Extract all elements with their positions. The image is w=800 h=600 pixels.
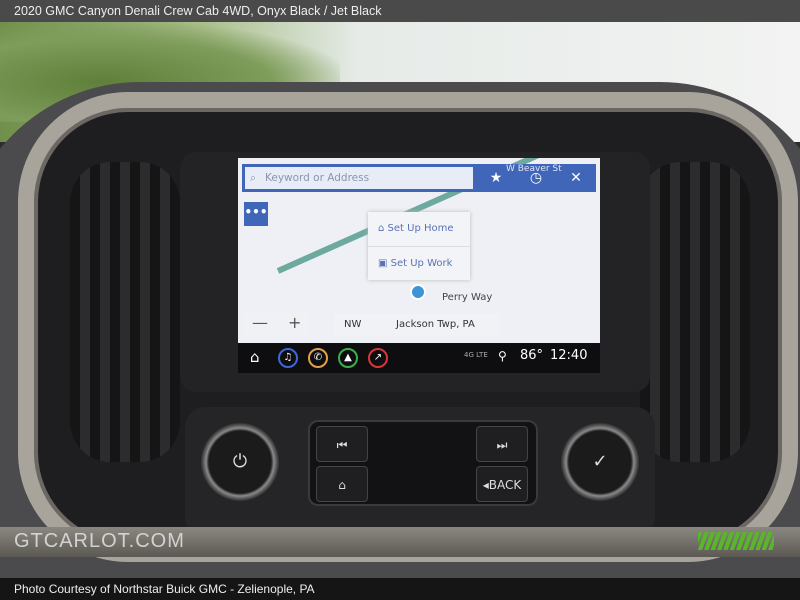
destination-popup: ⌂ Set Up Home ▣ Set Up Work (368, 212, 470, 280)
current-location-icon (410, 284, 426, 300)
tune-select-knob[interactable]: ✓ (560, 422, 640, 502)
search-icon: ⌕ (250, 172, 256, 184)
next-track-button[interactable]: ⏭ (476, 426, 528, 462)
photo-credit: Photo Courtesy of Northstar Buick GMC - … (0, 578, 800, 600)
home-icon[interactable]: ⌂ (250, 348, 260, 366)
briefcase-icon: ▣ (378, 258, 388, 269)
close-icon[interactable]: ✕ (558, 164, 594, 192)
set-up-home-label: Set Up Home (387, 223, 454, 234)
home-icon: ⌂ (378, 223, 385, 234)
previous-track-button[interactable]: ⏮ (316, 426, 368, 462)
set-up-home-button[interactable]: ⌂ Set Up Home (368, 212, 470, 246)
app-tray: ⌂ ♫ ✆ ▲ ↗ 4G LTE ⚲ 86° 12:40 (238, 343, 600, 373)
set-up-work-button[interactable]: ▣ Set Up Work (368, 246, 470, 280)
phone-icon[interactable]: ✆ (308, 348, 328, 368)
network-indicator: 4G LTE (464, 351, 488, 359)
search-input[interactable]: ⌕ Keyword or Address (245, 167, 473, 189)
map-street-label: W Beaver St (506, 164, 562, 174)
set-up-work-label: Set Up Work (390, 258, 453, 269)
location-bar: NW Jackson Twp, PA (334, 314, 500, 336)
zoom-controls: — + (242, 312, 310, 336)
navigation-icon[interactable]: ▲ (338, 348, 358, 368)
onstar-icon[interactable]: ↗ (368, 348, 388, 368)
back-button[interactable]: ◂BACK (476, 466, 528, 502)
location-pin-icon: ⚲ (498, 349, 507, 363)
home-button[interactable]: ⌂ (316, 466, 368, 502)
infotainment-screen: ⌕ Keyword or Address ★ ◷ ✕ W Beaver St •… (238, 158, 600, 373)
search-placeholder: Keyword or Address (265, 172, 370, 184)
watermark-stripes (698, 532, 774, 550)
right-air-vent (640, 162, 750, 462)
button-pad: ⏮ ⌂ ⏭ ◂BACK (308, 420, 538, 506)
power-volume-knob[interactable]: ⏻ (200, 422, 280, 502)
map-street-label: Perry Way (442, 292, 493, 303)
music-icon[interactable]: ♫ (278, 348, 298, 368)
temperature: 86° (520, 348, 544, 363)
heading-indicator[interactable]: NW (344, 314, 361, 336)
left-air-vent (70, 162, 180, 462)
zoom-out-button[interactable]: — (252, 313, 268, 332)
more-options-button[interactable]: ••• (244, 202, 268, 226)
zoom-in-button[interactable]: + (288, 313, 301, 332)
current-location-label: Jackson Twp, PA (396, 319, 475, 330)
dashboard-photo: ⌕ Keyword or Address ★ ◷ ✕ W Beaver St •… (0, 22, 800, 578)
clock: 12:40 (550, 348, 588, 363)
watermark-logo: GTCARLOT.COM (14, 530, 185, 552)
page-title: 2020 GMC Canyon Denali Crew Cab 4WD, Ony… (0, 0, 800, 22)
